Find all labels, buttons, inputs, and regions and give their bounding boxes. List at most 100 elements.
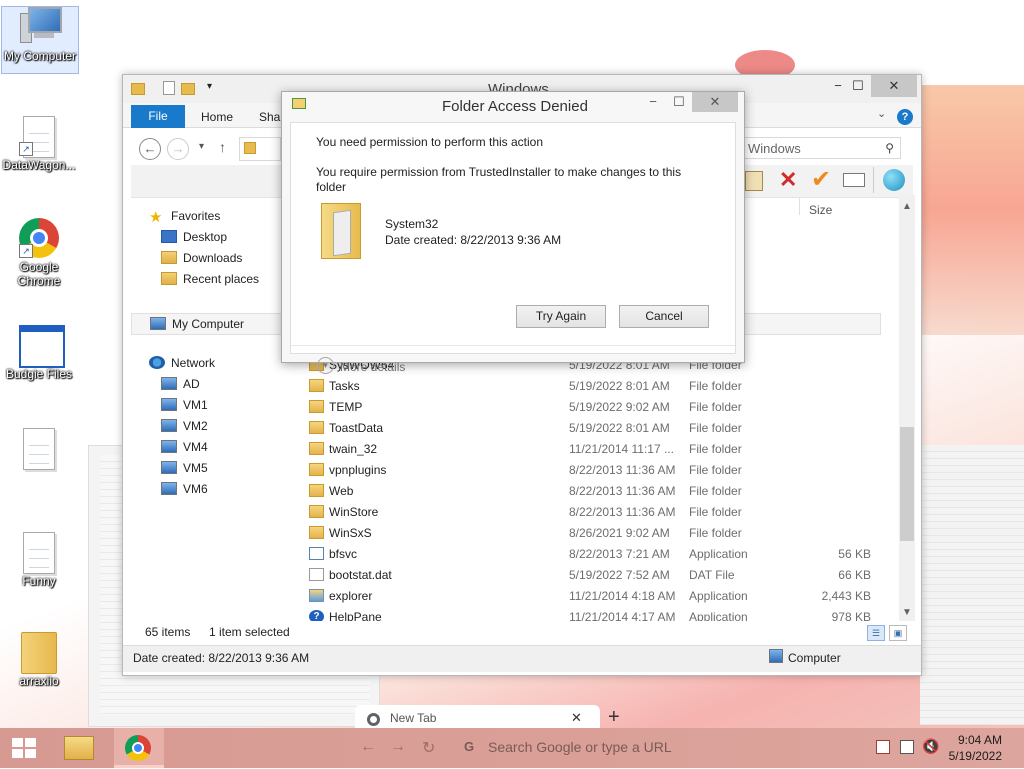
table-row[interactable]: TEMP 5/19/2022 9:02 AM File folder: [307, 397, 877, 418]
ribbon-expand-icon[interactable]: ⌄: [877, 107, 886, 120]
item-count: 65 items: [145, 625, 191, 639]
desktop-icon-datawagon[interactable]: ↗ DataWagon...: [1, 116, 77, 172]
nav-network-item[interactable]: VM1: [161, 395, 208, 415]
desktop-icon-funny[interactable]: Funny: [1, 532, 77, 588]
clock-date[interactable]: 5/19/2022: [940, 749, 1002, 763]
tab-home[interactable]: Home: [201, 107, 233, 127]
nav-label: VM4: [183, 440, 208, 454]
table-row[interactable]: ToastData 5/19/2022 8:01 AM File folder: [307, 418, 877, 439]
nav-network-item[interactable]: VM4: [161, 437, 208, 457]
chevron-down-icon[interactable]: ▾: [317, 357, 334, 374]
tab-file[interactable]: File: [131, 105, 185, 129]
up-button[interactable]: ↑: [219, 139, 226, 155]
nav-label: VM1: [183, 398, 208, 412]
nav-network-item[interactable]: VM6: [161, 479, 208, 499]
file-type: File folder: [689, 463, 742, 477]
forward-button[interactable]: →: [167, 138, 189, 160]
desktop-icon-arraxiio[interactable]: arraxiio: [1, 632, 77, 688]
table-row[interactable]: twain_32 11/21/2014 11:17 ... File folder: [307, 439, 877, 460]
file-date: 8/22/2013 11:36 AM: [569, 484, 676, 498]
scroll-up-icon[interactable]: ▲: [899, 199, 915, 215]
folder-icon: [309, 400, 324, 413]
nav-network-item[interactable]: AD: [161, 374, 200, 394]
cancel-button[interactable]: Cancel: [619, 305, 709, 328]
large-icons-view-icon[interactable]: ▣: [889, 625, 907, 641]
reload-icon[interactable]: ↻: [422, 738, 435, 758]
volume-muted-icon[interactable]: 🔇: [922, 738, 939, 755]
table-row[interactable]: WinSxS 8/26/2021 9:02 AM File folder: [307, 523, 877, 544]
customize-qat-icon[interactable]: ▾: [207, 81, 212, 92]
nav-recent-places[interactable]: Recent places: [161, 269, 259, 289]
paste-icon[interactable]: [745, 171, 763, 191]
scroll-down-icon[interactable]: ▼: [899, 605, 915, 621]
table-row[interactable]: Tasks 5/19/2022 8:01 AM File folder: [307, 376, 877, 397]
file-date: 5/19/2022 7:52 AM: [569, 568, 670, 582]
chrome-icon: [125, 735, 151, 761]
rename-icon[interactable]: [843, 173, 865, 187]
back-button[interactable]: ←: [139, 138, 161, 160]
folder-icon: [19, 632, 59, 674]
try-again-button[interactable]: Try Again: [516, 305, 606, 328]
desktop-icon-google-chrome[interactable]: ↗ Google Chrome: [1, 218, 77, 288]
properties-icon[interactable]: [163, 81, 177, 95]
nav-network-item[interactable]: VM5: [161, 458, 208, 478]
more-details-link[interactable]: More details: [340, 360, 405, 374]
maximize-button[interactable]: ☐: [841, 75, 875, 97]
taskbar-file-explorer[interactable]: [56, 730, 100, 766]
checkmark-icon[interactable]: ✔: [811, 165, 831, 194]
back-icon[interactable]: ←: [360, 738, 376, 756]
background-window-right: [920, 445, 1024, 725]
chrome-icon: ↗: [19, 218, 59, 258]
nav-my-computer[interactable]: My Computer: [150, 314, 244, 334]
forward-icon[interactable]: →: [390, 738, 406, 756]
close-button[interactable]: ✕: [871, 75, 917, 97]
file-date: 5/19/2022 9:02 AM: [569, 400, 670, 414]
tab-title: New Tab: [390, 711, 437, 725]
table-row[interactable]: bfsvc 8/22/2013 7:21 AM Application 56 KB: [307, 544, 877, 565]
file-size: 2,443 KB: [821, 589, 871, 603]
network-tray-icon[interactable]: [900, 740, 914, 754]
table-row[interactable]: Web 8/22/2013 11:36 AM File folder: [307, 481, 877, 502]
close-button[interactable]: ✕: [692, 92, 738, 112]
folder-icon: [309, 463, 324, 476]
nav-favorites[interactable]: ★ Favorites: [149, 206, 220, 226]
clock-time[interactable]: 9:04 AM: [940, 733, 1002, 747]
table-row[interactable]: vpnplugins 8/22/2013 11:36 AM File folder: [307, 460, 877, 481]
action-center-icon[interactable]: [876, 740, 890, 754]
details-view-icon[interactable]: ☰: [867, 625, 885, 641]
desktop-icon-document[interactable]: [1, 428, 77, 470]
chrome-address-bar[interactable]: ← → ↻ G Search Google or type a URL: [354, 734, 894, 769]
table-row[interactable]: bootstat.dat 5/19/2022 7:52 AM DAT File 66 …: [307, 565, 877, 586]
desktop-icon-budgie-files[interactable]: Budgie Files: [1, 322, 77, 381]
table-row[interactable]: WinStore 8/22/2013 11:36 AM File folder: [307, 502, 877, 523]
close-tab-icon[interactable]: ✕: [571, 710, 582, 726]
folder-icon: [309, 526, 324, 539]
nav-downloads[interactable]: Downloads: [161, 248, 242, 268]
start-button[interactable]: [8, 736, 40, 760]
table-row[interactable]: explorer 11/21/2014 4:18 AM Application 2,4…: [307, 586, 877, 607]
scrollbar[interactable]: [899, 195, 915, 621]
taskbar-chrome[interactable]: [114, 728, 164, 768]
maximize-button[interactable]: ☐: [664, 92, 694, 112]
new-folder-icon[interactable]: [181, 81, 195, 95]
wallpaper-accent: [910, 85, 1024, 335]
nav-desktop[interactable]: Desktop: [161, 227, 227, 247]
document-shortcut-icon: ↗: [19, 116, 59, 158]
globe-icon[interactable]: [883, 169, 905, 191]
nav-network-item[interactable]: VM2: [161, 416, 208, 436]
column-header-size[interactable]: Size: [809, 203, 832, 217]
file-name: bootstat.dat: [329, 568, 392, 582]
item-date: Date created: 8/22/2013 9:36 AM: [385, 233, 562, 247]
nav-network[interactable]: Network: [149, 353, 215, 373]
scroll-thumb[interactable]: [900, 427, 914, 541]
desktop-icon-my-computer[interactable]: My Computer: [1, 6, 79, 74]
recent-locations-icon[interactable]: ▾: [199, 141, 204, 152]
address-bar[interactable]: [239, 137, 281, 161]
help-icon[interactable]: ?: [897, 109, 913, 125]
new-tab-button[interactable]: +: [608, 706, 620, 729]
search-input[interactable]: Windows ⚲: [743, 137, 901, 159]
nav-label: Favorites: [171, 209, 221, 223]
delete-icon[interactable]: ✕: [779, 167, 797, 193]
desktop-icon-label: Budgie Files: [5, 367, 73, 381]
folder-icon: [309, 484, 324, 497]
